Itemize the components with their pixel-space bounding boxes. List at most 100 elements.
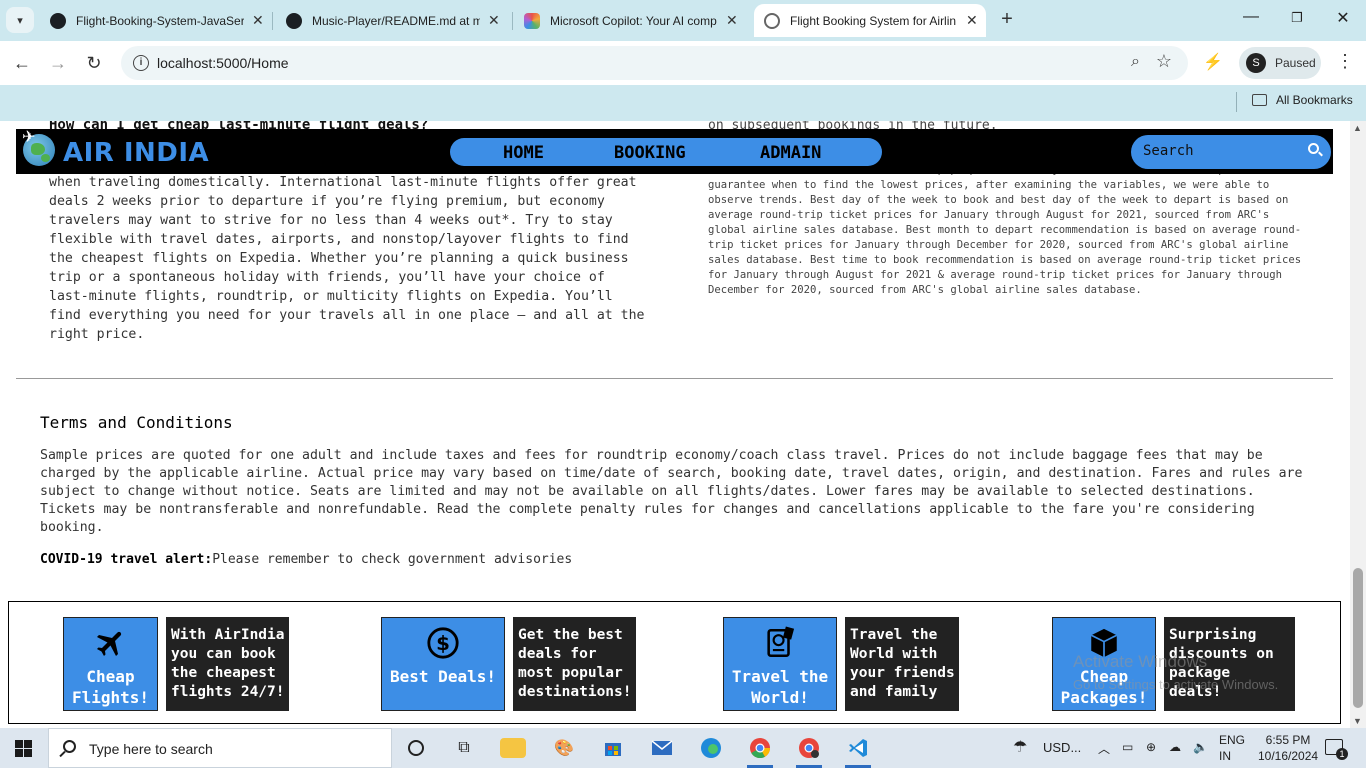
- url-text[interactable]: localhost:5000/Home: [157, 55, 289, 71]
- chrome-profile-icon[interactable]: [796, 736, 822, 760]
- svg-text:$: $: [436, 632, 450, 655]
- browser-tab-active[interactable]: Flight Booking System for Airlin ✕: [754, 4, 986, 37]
- activate-windows-watermark: Activate Windows: [1073, 652, 1208, 671]
- feature-desc: Get the best deals for most popular dest…: [513, 617, 636, 711]
- close-tab-icon[interactable]: ✕: [488, 12, 500, 29]
- profile-button[interactable]: S Paused: [1239, 47, 1321, 79]
- feature-desc: Travel the World with your friends and f…: [845, 617, 959, 711]
- profile-status: Paused: [1275, 56, 1316, 70]
- feature-title: Cheap Flights!: [71, 667, 150, 707]
- scrollbar-thumb[interactable]: [1353, 568, 1363, 708]
- github-icon: [286, 12, 302, 29]
- clock-time: 6:55 PM: [1265, 733, 1311, 747]
- all-bookmarks-label: All Bookmarks: [1276, 93, 1353, 107]
- paint-icon[interactable]: 🎨: [551, 736, 577, 760]
- nav-booking[interactable]: BOOKING: [614, 143, 686, 163]
- bookmarks-divider: [1236, 92, 1237, 112]
- logo-land-shape: [41, 154, 50, 162]
- file-explorer-icon[interactable]: [500, 738, 526, 758]
- clock-date: 10/16/2024: [1258, 749, 1319, 763]
- feature-card-cheap-flights[interactable]: Cheap Flights!: [63, 617, 158, 711]
- weather-icon[interactable]: ☂: [1013, 737, 1027, 757]
- terms-title: Terms and Conditions: [40, 413, 233, 432]
- edge-icon[interactable]: [698, 736, 724, 760]
- show-hidden-icons-icon[interactable]: ︿: [1098, 740, 1110, 757]
- all-bookmarks-button[interactable]: All Bookmarks: [1252, 93, 1353, 107]
- page-viewport: How can I get cheap last-minute flight d…: [0, 121, 1350, 728]
- browser-tab[interactable]: Music-Player/README.md at m ✕: [276, 4, 512, 37]
- browser-menu-icon[interactable]: ⋮: [1336, 51, 1354, 72]
- region-code: IN: [1219, 749, 1231, 763]
- network-icon[interactable]: ⊕: [1146, 740, 1156, 754]
- scroll-up-arrow-icon[interactable]: ▲: [1353, 123, 1362, 133]
- feature-card-best-deals[interactable]: $ Best Deals!: [381, 617, 505, 711]
- new-tab-button[interactable]: +: [996, 8, 1018, 31]
- airplane-logo-icon: ✈: [22, 129, 36, 146]
- covid-alert-label: COVID-19 travel alert:: [40, 552, 213, 567]
- cortana-icon[interactable]: [403, 736, 429, 760]
- close-tab-icon[interactable]: ✕: [726, 12, 738, 29]
- section-divider: [16, 378, 1333, 379]
- search-icon[interactable]: [1308, 143, 1319, 154]
- battery-icon[interactable]: ▭: [1122, 740, 1133, 754]
- windows-start-icon[interactable]: [15, 740, 32, 757]
- github-icon: [50, 12, 66, 29]
- browser-toolbar: ← → ↻ i localhost:5000/Home ⌕ ☆ ⚡ S Paus…: [0, 41, 1366, 85]
- faq-answer: when traveling domestically. Internation…: [49, 175, 645, 342]
- task-view-icon[interactable]: ⧉: [451, 736, 477, 760]
- feature-card-travel-world[interactable]: Travel the World!: [723, 617, 837, 711]
- weather-text[interactable]: USD...: [1043, 740, 1081, 755]
- maximize-button[interactable]: ❐: [1287, 10, 1307, 26]
- covid-alert: COVID-19 travel alert:Please remember to…: [40, 552, 572, 567]
- taskbar-search[interactable]: Type here to search: [48, 728, 392, 768]
- close-tab-icon[interactable]: ✕: [252, 12, 264, 29]
- browser-tab[interactable]: Microsoft Copilot: Your AI comp ✕: [514, 4, 750, 37]
- system-clock[interactable]: 6:55 PM 10/16/2024: [1258, 732, 1318, 764]
- search-input[interactable]: [1143, 143, 1293, 159]
- copilot-icon: [524, 12, 540, 29]
- mail-icon[interactable]: [649, 736, 675, 760]
- passport-icon: [767, 626, 795, 658]
- minimize-button[interactable]: —: [1241, 8, 1261, 26]
- store-icon[interactable]: [600, 736, 626, 760]
- bookmark-star-icon[interactable]: ☆: [1156, 51, 1172, 72]
- nav-admin[interactable]: ADMAIN: [760, 143, 821, 163]
- extensions-icon[interactable]: ⚡: [1203, 52, 1223, 72]
- forward-button[interactable]: →: [46, 51, 70, 75]
- browser-tab-strip: ▾ Flight-Booking-System-JavaSer ✕ Music-…: [0, 0, 1366, 41]
- wifi-off-icon[interactable]: ☁: [1169, 740, 1181, 754]
- vscode-icon[interactable]: [845, 736, 871, 760]
- taskbar-search-placeholder: Type here to search: [89, 741, 213, 757]
- feature-title: Travel the World!: [731, 667, 829, 707]
- reload-button[interactable]: ↻: [82, 51, 106, 75]
- main-nav: HOME BOOKING ADMAIN: [450, 138, 882, 166]
- terms-body: Sample prices are quoted for one adult a…: [40, 448, 1303, 535]
- nav-home[interactable]: HOME: [503, 143, 544, 163]
- back-button[interactable]: ←: [10, 51, 34, 75]
- address-bar[interactable]: i localhost:5000/Home ⌕ ☆: [121, 46, 1188, 80]
- page-scrollbar[interactable]: ▲ ▼: [1350, 121, 1366, 728]
- faq-right-body: distil actionable information to help pe…: [708, 164, 1302, 296]
- close-window-button[interactable]: ✕: [1333, 8, 1353, 28]
- folder-icon: [1252, 94, 1267, 106]
- feature-desc: With AirIndia you can book the cheapest …: [166, 617, 289, 711]
- language-indicator[interactable]: ENG IN: [1219, 732, 1245, 764]
- notification-center-icon[interactable]: 1: [1325, 739, 1348, 760]
- language-code: ENG: [1219, 733, 1246, 747]
- browser-tab[interactable]: Flight-Booking-System-JavaSer ✕: [40, 4, 272, 37]
- brand-name[interactable]: AIR INDIA: [63, 138, 209, 168]
- chrome-icon[interactable]: [747, 736, 773, 760]
- scroll-down-arrow-icon[interactable]: ▼: [1353, 716, 1362, 726]
- site-header: ✈ AIR INDIA HOME BOOKING ADMAIN: [16, 129, 1333, 174]
- tab-search-button[interactable]: ▾: [6, 7, 34, 33]
- site-info-icon[interactable]: i: [133, 55, 149, 71]
- volume-icon[interactable]: 🔈: [1193, 740, 1208, 754]
- search-icon: [63, 740, 76, 753]
- bookmarks-bar: All Bookmarks: [0, 85, 1366, 121]
- close-tab-icon[interactable]: ✕: [966, 12, 978, 29]
- avatar: S: [1246, 53, 1266, 73]
- tab-divider: [512, 12, 513, 30]
- site-search: [1131, 135, 1331, 169]
- tab-divider: [272, 12, 273, 30]
- zoom-icon[interactable]: ⌕: [1131, 53, 1140, 71]
